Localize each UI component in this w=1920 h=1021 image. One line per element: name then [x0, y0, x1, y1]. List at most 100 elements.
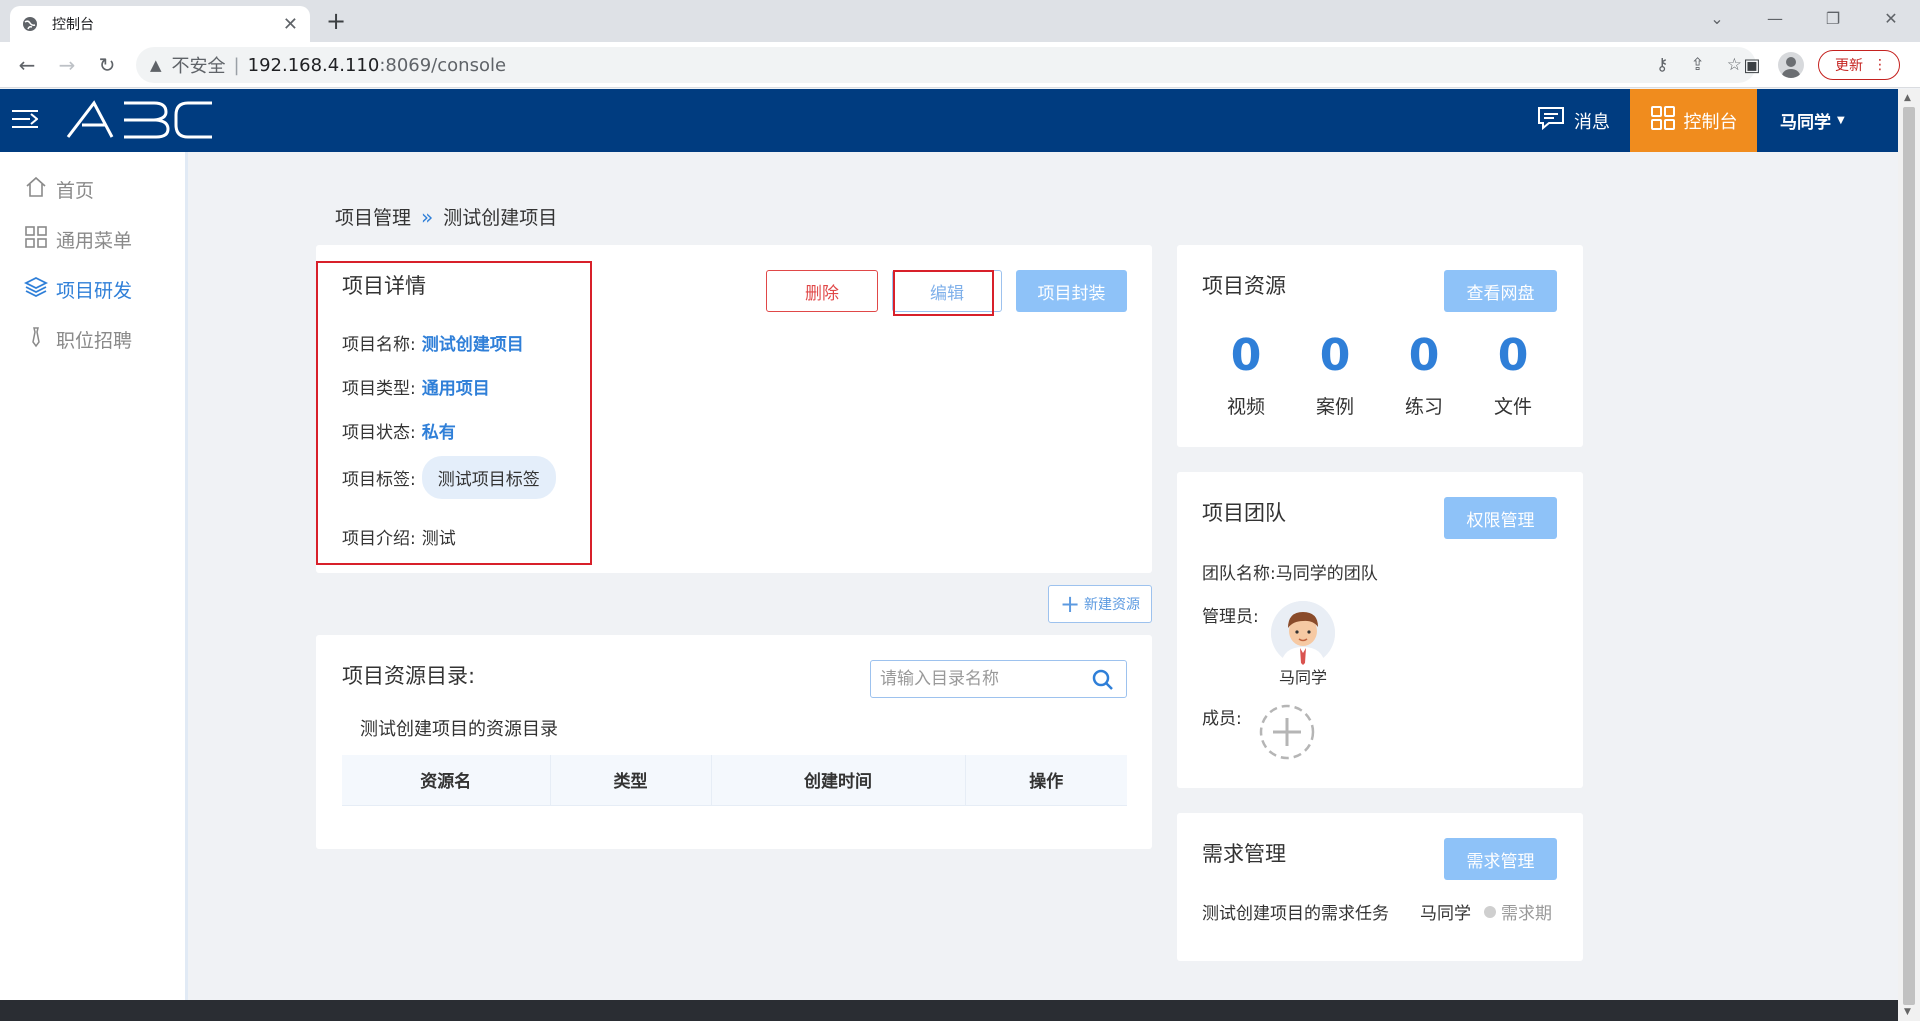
side-panel-icon[interactable]: ▣	[1740, 55, 1764, 76]
browser-toolbar: ← → ↻ ▲ 不安全 | 192.168.4.110 :8069/consol…	[0, 42, 1920, 88]
sidebar: 首页 通用菜单 项目研发 职位招聘	[0, 152, 188, 1000]
stat-value: 0	[1319, 330, 1351, 381]
warning-icon: ▲	[150, 56, 162, 74]
back-icon[interactable]: ←	[12, 50, 42, 80]
add-circle-icon	[1259, 704, 1315, 760]
resource-table: 资源名 类型 创建时间 操作	[342, 755, 1127, 806]
project-team-title: 项目团队	[1202, 501, 1286, 525]
scroll-thumb[interactable]	[1903, 107, 1915, 1005]
messages-label: 消息	[1574, 111, 1610, 133]
close-tab-icon[interactable]: ✕	[283, 14, 298, 35]
minimize-icon[interactable]: —	[1746, 0, 1804, 36]
update-label: 更新	[1835, 58, 1863, 74]
stat-videos[interactable]: 0 视频	[1206, 328, 1286, 419]
stat-label: 视频	[1226, 396, 1265, 418]
sidebar-item-menu[interactable]: 通用菜单	[24, 224, 132, 254]
sidebar-item-home[interactable]: 首页	[24, 174, 94, 204]
permission-management-button[interactable]: 权限管理	[1444, 497, 1557, 539]
restore-icon[interactable]: ❐	[1804, 0, 1862, 36]
stat-value: 0	[1230, 330, 1262, 381]
admin-name: 马同学	[1278, 668, 1327, 687]
requirement-task-owner: 马同学	[1420, 904, 1471, 924]
column-header-actions: 操作	[965, 755, 1127, 806]
plus-icon: +	[1059, 590, 1081, 618]
user-name: 马同学	[1780, 113, 1831, 133]
messages-button[interactable]: 消息	[1536, 89, 1610, 152]
dashboard-grid-icon	[1650, 105, 1676, 136]
console-label: 控制台	[1683, 111, 1738, 133]
home-icon	[24, 175, 48, 204]
requirement-task-name[interactable]: 测试创建项目的需求任务	[1202, 899, 1389, 924]
catalog-name: 测试创建项目的资源目录	[360, 719, 558, 740]
window-controls: ⌄ — ❐ ✕	[1688, 0, 1920, 42]
update-button[interactable]: 更新 ⋮	[1818, 50, 1900, 80]
resource-catalog-title: 项目资源目录:	[342, 664, 476, 688]
scroll-down-icon[interactable]: ▼	[1904, 1007, 1911, 1017]
new-resource-button[interactable]: + 新建资源	[1048, 585, 1152, 623]
column-header-resource-name: 资源名	[342, 755, 551, 806]
breadcrumb-current: 测试创建项目	[443, 207, 558, 229]
layers-icon	[23, 275, 49, 304]
tie-icon	[24, 325, 48, 354]
add-member-button[interactable]	[1259, 704, 1315, 760]
stat-label: 案例	[1315, 396, 1354, 418]
stat-value: 0	[1497, 330, 1529, 381]
stat-files[interactable]: 0 文件	[1473, 328, 1553, 419]
grid-icon	[24, 225, 48, 254]
highlight-box-detail	[316, 261, 592, 565]
chat-icon	[1536, 106, 1566, 135]
browser-tabbar: 控制台 ✕ + ⌄ — ❐ ✕	[0, 0, 1920, 42]
scroll-up-icon[interactable]: ▲	[1904, 93, 1911, 103]
sidebar-item-label: 职位招聘	[56, 329, 133, 352]
close-window-icon[interactable]: ✕	[1862, 0, 1920, 36]
new-resource-label: 新建资源	[1084, 597, 1141, 613]
url-path: :8069/console	[379, 54, 507, 76]
column-header-type: 类型	[550, 755, 712, 806]
requirement-status-badge: 需求期	[1484, 899, 1552, 924]
search-icon[interactable]	[1092, 669, 1114, 696]
admin-avatar[interactable]	[1271, 601, 1335, 665]
reload-icon[interactable]: ↻	[92, 50, 122, 80]
new-tab-icon[interactable]: +	[326, 6, 346, 36]
catalog-search-input[interactable]	[870, 660, 1127, 698]
forward-icon[interactable]: →	[52, 50, 82, 80]
stat-cases[interactable]: 0 案例	[1295, 328, 1375, 419]
requirements-management-button[interactable]: 需求管理	[1444, 838, 1557, 880]
double-chevron-icon: »	[421, 204, 434, 229]
members-label: 成员:	[1202, 709, 1242, 729]
seal-project-button[interactable]: 项目封装	[1016, 270, 1127, 312]
team-name-label: 团队名称:	[1202, 564, 1276, 584]
bottom-bar	[0, 1000, 1898, 1021]
console-button[interactable]: 控制台	[1630, 89, 1757, 152]
insecure-label: 不安全	[171, 56, 226, 77]
breadcrumb-parent[interactable]: 项目管理	[335, 203, 411, 230]
breadcrumb: 项目管理 » 测试创建项目	[335, 203, 557, 230]
tab-search-icon[interactable]: ⌄	[1688, 0, 1746, 36]
kebab-menu-icon: ⋮	[1873, 57, 1887, 73]
status-dot-icon	[1484, 905, 1496, 918]
stat-label: 文件	[1493, 396, 1532, 418]
requirements-title: 需求管理	[1202, 842, 1286, 866]
profile-avatar[interactable]	[1778, 52, 1804, 78]
address-bar[interactable]: ▲ 不安全 | 192.168.4.110 :8069/console ⚷ ⇪ …	[136, 47, 1756, 83]
requirements-card	[1177, 813, 1583, 961]
app-header: 消息 控制台 马同学 ▼	[0, 89, 1898, 152]
user-menu[interactable]: 马同学 ▼	[1780, 89, 1845, 152]
url-separator: |	[233, 54, 240, 76]
share-icon[interactable]: ⇪	[1691, 55, 1705, 75]
stat-label: 练习	[1404, 396, 1443, 418]
browser-tab[interactable]: 控制台 ✕	[10, 6, 310, 42]
sidebar-item-jobs[interactable]: 职位招聘	[24, 324, 132, 354]
key-icon[interactable]: ⚷	[1656, 55, 1668, 75]
view-netdisk-button[interactable]: 查看网盘	[1444, 270, 1557, 312]
caret-down-icon: ▼	[1837, 115, 1845, 126]
menu-toggle-icon[interactable]	[12, 107, 38, 131]
delete-button[interactable]: 删除	[766, 270, 878, 312]
vertical-scrollbar[interactable]: ▲ ▼	[1898, 89, 1920, 1021]
app-logo[interactable]	[66, 99, 216, 145]
catalog-search-field[interactable]	[880, 669, 1080, 689]
admin-label: 管理员:	[1202, 607, 1259, 627]
sidebar-item-projects[interactable]: 项目研发	[23, 274, 132, 304]
globe-icon	[22, 16, 38, 32]
stat-exercises[interactable]: 0 练习	[1384, 328, 1464, 419]
